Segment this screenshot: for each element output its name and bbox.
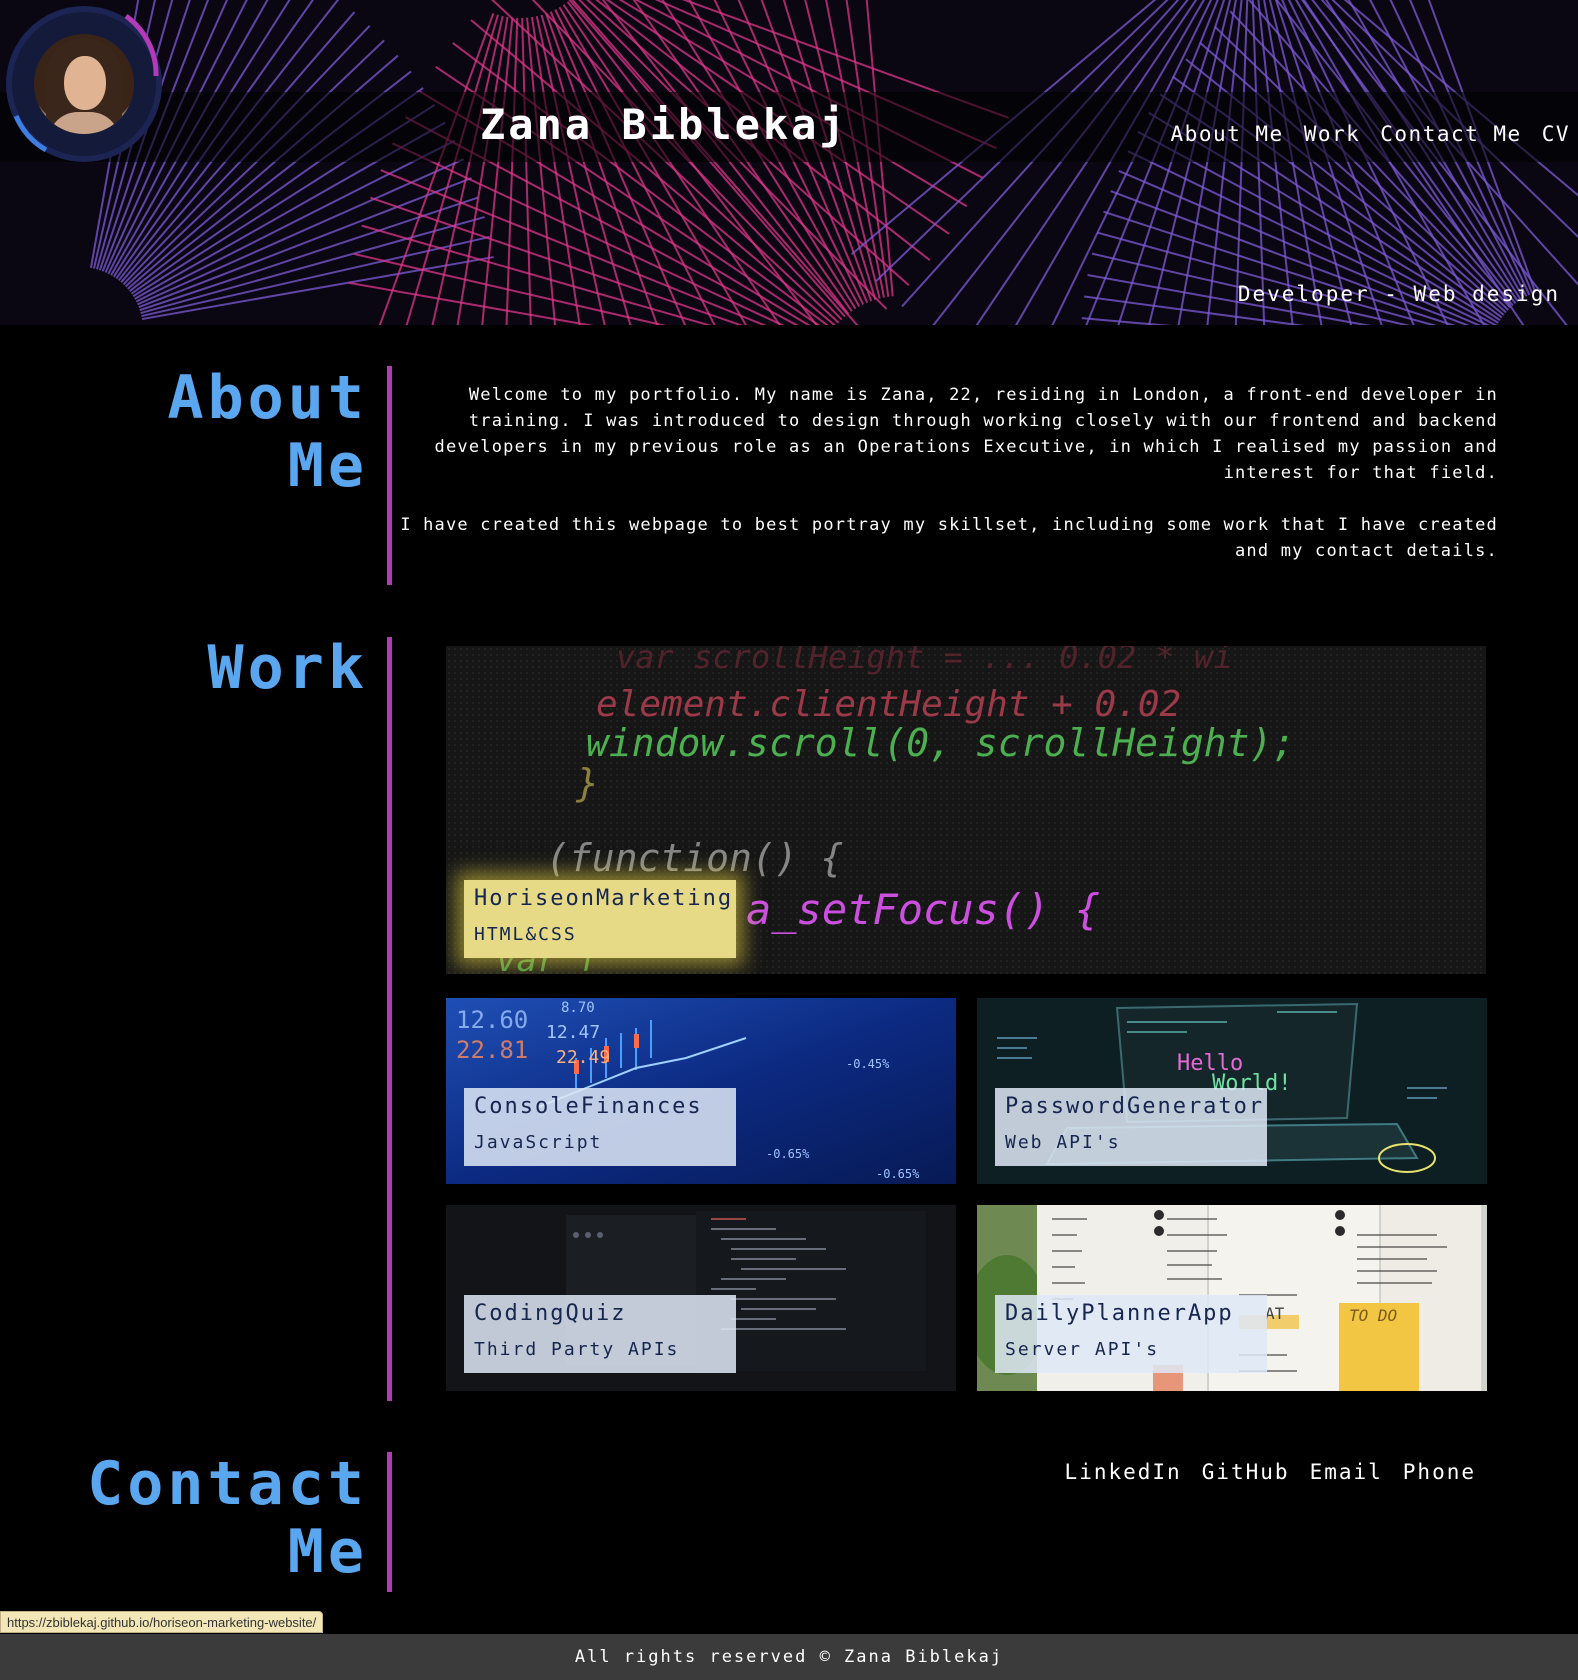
contact-divider [387, 1452, 392, 1592]
about-paragraph-1: Welcome to my portfolio. My name is Zana… [434, 385, 1498, 483]
main-nav: About Me Work Contact Me CV [1171, 122, 1570, 146]
svg-text:(function() {: (function() { [546, 836, 843, 880]
footer: All rights reserved © Zana Biblekaj [0, 1634, 1578, 1680]
contact-heading: Contact Me [87, 1449, 368, 1587]
svg-text:22.49: 22.49 [556, 1047, 610, 1068]
svg-text:8.70: 8.70 [561, 1000, 595, 1016]
header-pattern-line [1268, 0, 1353, 325]
svg-text:12.60: 12.60 [456, 1006, 528, 1034]
contact-email-link[interactable]: Email [1310, 1460, 1383, 1484]
contact-linkedin-link[interactable]: LinkedIn [1065, 1460, 1182, 1484]
project-tech: Web API's [1005, 1132, 1121, 1153]
project-tech: JavaScript [474, 1132, 603, 1153]
nav-contact-me[interactable]: Contact Me [1380, 122, 1521, 146]
svg-text:}: } [575, 761, 599, 805]
header-geometric-background [89, 0, 1578, 325]
project-card-horiseon[interactable]: var scrollHeight = ... 0.02 * wi element… [446, 646, 1486, 974]
svg-text:window.scroll(0, scrollHeight): window.scroll(0, scrollHeight); [586, 721, 1295, 765]
contact-github-link[interactable]: GitHub [1202, 1460, 1290, 1484]
svg-text:-0.65%: -0.65% [766, 1147, 810, 1161]
site-title: Zana Biblekaj [480, 100, 848, 149]
project-label: ConsoleFinances JavaScript [464, 1088, 736, 1166]
project-name: DailyPlannerApp [1005, 1301, 1234, 1326]
project-card-daily-planner[interactable]: TO DO AT DailyPlannerApp Server API's [977, 1205, 1487, 1391]
about-divider [387, 366, 392, 585]
header-pattern-line [566, 1, 818, 325]
header-pattern-line [1234, 0, 1249, 325]
header-pattern-line [975, 0, 1198, 325]
contact-phone-link[interactable]: Phone [1403, 1460, 1476, 1484]
svg-text:AT: AT [1265, 1304, 1285, 1323]
about-text: Welcome to my portfolio. My name is Zana… [400, 382, 1498, 590]
svg-text:12.47: 12.47 [546, 1022, 600, 1043]
header-pattern-line [1302, 0, 1525, 325]
nav-work[interactable]: Work [1304, 122, 1361, 146]
profile-photo [34, 34, 134, 134]
status-bar-url: https://zbiblekaj.github.io/horiseon-mar… [0, 1611, 324, 1633]
project-label: HoriseonMarketing HTML&CSS [464, 880, 736, 958]
work-divider [387, 637, 392, 1401]
about-heading: About Me [167, 363, 368, 501]
project-label: PasswordGenerator Web API's [995, 1088, 1267, 1166]
project-tech: HTML&CSS [474, 924, 577, 945]
project-tech: Server API's [1005, 1339, 1160, 1360]
nav-cv[interactable]: CV [1542, 122, 1570, 146]
project-card-password-generator[interactable]: Hello World! PasswordGenerator Web API's [977, 998, 1487, 1184]
avatar[interactable] [6, 6, 162, 162]
project-card-console-finances[interactable]: 8.70 12.60 12.47 22.81 22.49 -0.45% -0.6… [446, 998, 956, 1184]
project-label: DailyPlannerApp Server API's [995, 1295, 1267, 1373]
svg-text:-0.45%: -0.45% [846, 1057, 890, 1071]
about-paragraph-2: I have created this webpage to best port… [400, 515, 1498, 561]
nav-about-me[interactable]: About Me [1171, 122, 1284, 146]
project-name: ConsoleFinances [474, 1094, 703, 1119]
svg-text:-0.65%: -0.65% [876, 1167, 920, 1181]
header-pattern-line [1147, 0, 1232, 325]
project-name: HoriseonMarketing [474, 886, 734, 911]
svg-text:22.81: 22.81 [456, 1036, 528, 1064]
project-name: CodingQuiz [474, 1301, 627, 1326]
tagline: Developer - Web design [1237, 282, 1560, 306]
svg-text:var scrollHeight = ... 0.02 *: var scrollHeight = ... 0.02 * wi [616, 646, 1233, 676]
svg-text:TO DO: TO DO [1349, 1306, 1397, 1325]
svg-text:a_setFocus() {: a_setFocus() { [746, 885, 1100, 934]
svg-text:element.clientHeight + 0.02: element.clientHeight + 0.02 [596, 684, 1181, 725]
contact-links: LinkedIn GitHub Email Phone [1065, 1460, 1476, 1484]
project-tech: Third Party APIs [474, 1339, 680, 1360]
site-header: Zana Biblekaj About Me Work Contact Me C… [0, 0, 1578, 325]
project-card-coding-quiz[interactable]: CodingQuiz Third Party APIs [446, 1205, 956, 1391]
project-label: CodingQuiz Third Party APIs [464, 1295, 736, 1373]
project-name: PasswordGenerator [1005, 1094, 1265, 1119]
work-heading: Work [207, 633, 368, 703]
header-pattern-line [1015, 0, 1205, 325]
